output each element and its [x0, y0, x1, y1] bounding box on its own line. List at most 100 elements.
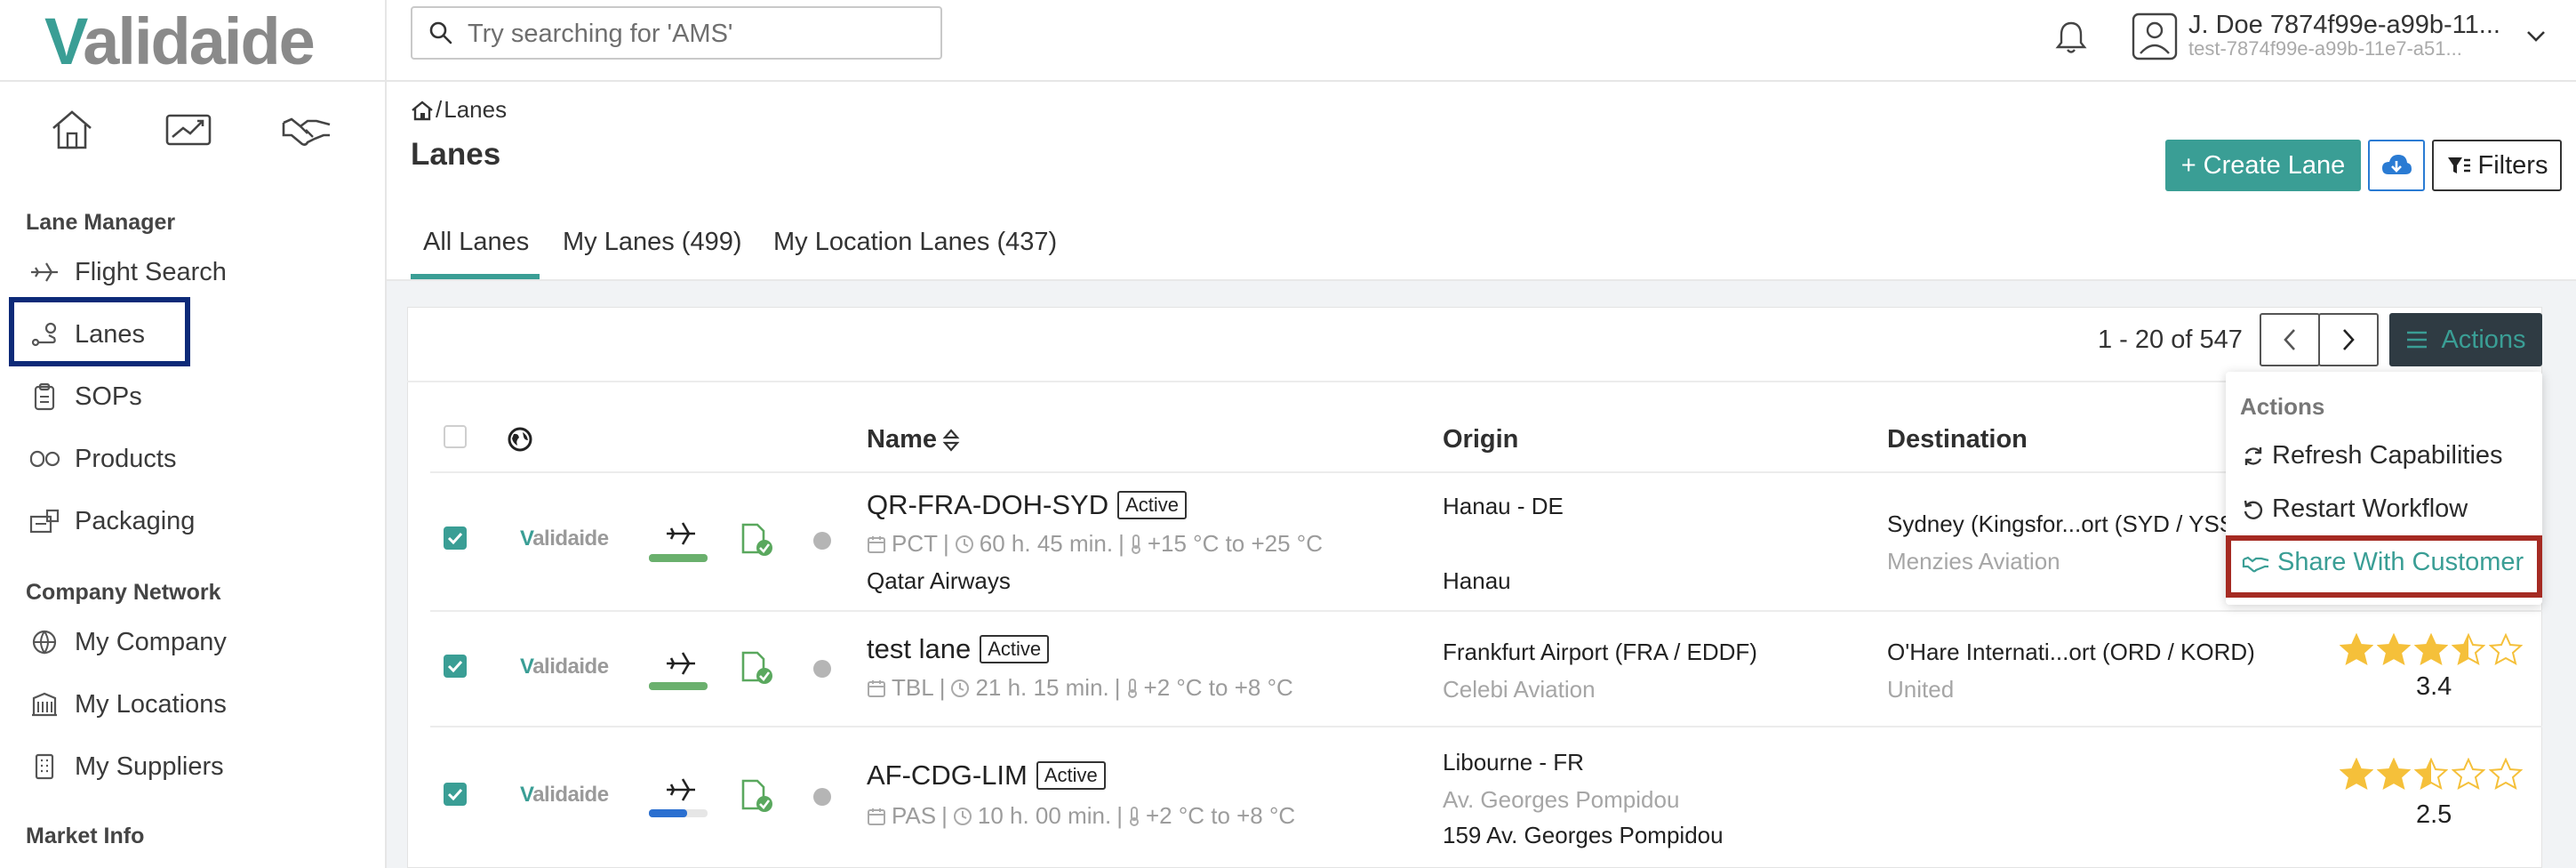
bell-icon[interactable] — [2055, 20, 2087, 55]
star-icon — [2414, 758, 2448, 790]
lane-name-text: test lane — [867, 633, 972, 664]
actions-label: Actions — [2441, 325, 2526, 354]
row-separator — [430, 610, 2542, 612]
sidebar-item-flight-search[interactable]: Flight Search — [27, 249, 227, 295]
clock-icon — [953, 807, 972, 826]
status-dot — [813, 532, 831, 550]
user-avatar-icon[interactable] — [2132, 12, 2178, 60]
menu-item-label: Restart Workflow — [2272, 494, 2468, 523]
lane-meta: PCT | 60 h. 45 min. | +15 °C to +25 °C — [867, 530, 1323, 558]
status-badge: Active — [980, 635, 1050, 663]
packaging-type: PAS — [892, 802, 937, 829]
status-badge: Active — [1036, 761, 1106, 790]
meta-separator: | — [939, 674, 946, 701]
sidebar-item-my-locations[interactable]: My Locations — [27, 681, 227, 727]
sidebar-item-label: Flight Search — [75, 257, 227, 286]
packaging-icon — [27, 508, 62, 534]
section-market-info: Market Info — [26, 824, 145, 848]
prev-page-button[interactable] — [2260, 313, 2320, 366]
lane-name[interactable]: QR-FRA-DOH-SYD Active — [867, 489, 1188, 521]
temperature-range: +15 °C to +25 °C — [1147, 530, 1323, 557]
sidebar-item-label: My Company — [75, 627, 227, 656]
actions-button[interactable]: Actions — [2389, 313, 2542, 366]
origin-line-1: Frankfurt Airport (FRA / EDDF) — [1443, 639, 1757, 665]
document-check-icon — [740, 650, 775, 686]
tab-my-location-lanes[interactable]: My Location Lanes (437) — [773, 228, 1057, 257]
lane-meta: TBL | 21 h. 15 min. | +2 °C to +8 °C — [867, 674, 1293, 702]
sidebar-item-packaging[interactable]: Packaging — [27, 498, 195, 544]
menu-item-restart-workflow[interactable]: Restart Workflow — [2242, 494, 2468, 524]
column-origin-header[interactable]: Origin — [1443, 425, 1518, 454]
star-icon — [2489, 633, 2523, 665]
airplane-icon — [665, 520, 697, 547]
breadcrumb-current: Lanes — [444, 96, 508, 123]
thermometer-icon — [1128, 806, 1140, 827]
packaging-type: PCT — [892, 530, 938, 557]
column-destination-header[interactable]: Destination — [1887, 425, 2028, 454]
create-lane-label: + Create Lane — [2180, 150, 2346, 180]
tab-my-lanes[interactable]: My Lanes (499) — [563, 228, 742, 257]
user-name[interactable]: J. Doe 7874f99e-a99b-11... — [2188, 11, 2500, 40]
clock-icon — [950, 679, 970, 698]
document-check-icon — [740, 778, 775, 814]
sidebar-item-sops[interactable]: SOPs — [27, 374, 142, 420]
sidebar-item-label: My Suppliers — [75, 751, 224, 781]
carrier-name: Qatar Airways — [867, 567, 1011, 594]
company-logo: Validaide — [520, 783, 609, 807]
menu-icon — [2405, 330, 2428, 350]
meta-separator: | — [1118, 530, 1124, 557]
airplane-icon — [665, 650, 697, 677]
star-icon — [2340, 758, 2373, 790]
sidebar-item-my-suppliers[interactable]: My Suppliers — [27, 743, 224, 790]
search-box[interactable] — [411, 6, 942, 60]
meta-separator: | — [1114, 674, 1121, 701]
lane-name[interactable]: AF-CDG-LIM Active — [867, 760, 1106, 792]
download-button[interactable] — [2368, 140, 2425, 191]
destination-line-1: Sydney (Kingsfor...ort (SYD / YSSY) — [1887, 510, 2259, 537]
home-icon[interactable] — [411, 100, 434, 121]
create-lane-button[interactable]: + Create Lane — [2165, 140, 2361, 191]
origin-line-1: Libourne - FR — [1443, 749, 1584, 776]
destination-line-1: O'Hare Internati...ort (ORD / KORD) — [1887, 639, 2255, 665]
star-icon — [2377, 758, 2411, 790]
home-icon[interactable] — [50, 108, 94, 151]
search-icon — [428, 20, 453, 45]
airplane-icon — [665, 776, 697, 803]
analytics-icon[interactable] — [164, 108, 213, 151]
progress-bar — [649, 809, 687, 817]
lane-name[interactable]: test lane Active — [867, 633, 1050, 665]
star-icon — [2340, 633, 2373, 665]
sidebar-item-my-company[interactable]: My Company — [27, 619, 227, 665]
breadcrumb: / Lanes — [411, 96, 507, 124]
meta-separator: | — [943, 530, 949, 557]
status-dot — [813, 788, 831, 806]
lane-duration: 21 h. 15 min. — [975, 674, 1109, 701]
filter-icon — [2446, 155, 2471, 176]
calendar-icon — [867, 534, 886, 554]
row-checkbox[interactable] — [444, 526, 467, 550]
handshake-icon[interactable] — [281, 108, 332, 151]
tab-all-lanes[interactable]: All Lanes — [423, 228, 529, 257]
section-lane-manager: Lane Manager — [26, 210, 176, 235]
validaide-logo[interactable]: Validaide — [44, 4, 316, 79]
row-checkbox[interactable] — [444, 783, 467, 806]
destination-line-2: Menzies Aviation — [1887, 548, 2060, 575]
clock-icon — [955, 534, 974, 554]
sidebar-item-products[interactable]: Products — [27, 436, 176, 482]
column-name-header[interactable]: Name — [867, 425, 960, 454]
chevron-down-icon[interactable] — [2526, 30, 2546, 43]
document-check-icon — [740, 522, 775, 558]
row-checkbox[interactable] — [444, 655, 467, 678]
page-title: Lanes — [411, 137, 501, 172]
select-all-checkbox[interactable] — [444, 425, 467, 448]
column-name-label: Name — [867, 425, 937, 454]
filters-button[interactable]: Filters — [2432, 140, 2562, 191]
menu-item-refresh-capabilities[interactable]: Refresh Capabilities — [2242, 441, 2503, 470]
star-icon — [2377, 633, 2411, 665]
next-page-button[interactable] — [2318, 313, 2379, 366]
search-input[interactable] — [466, 15, 932, 52]
sidebar-item-label: SOPs — [75, 382, 142, 411]
origin-line-3: Hanau — [1443, 567, 1511, 594]
building-icon — [27, 691, 62, 718]
star-icon — [2452, 633, 2485, 665]
